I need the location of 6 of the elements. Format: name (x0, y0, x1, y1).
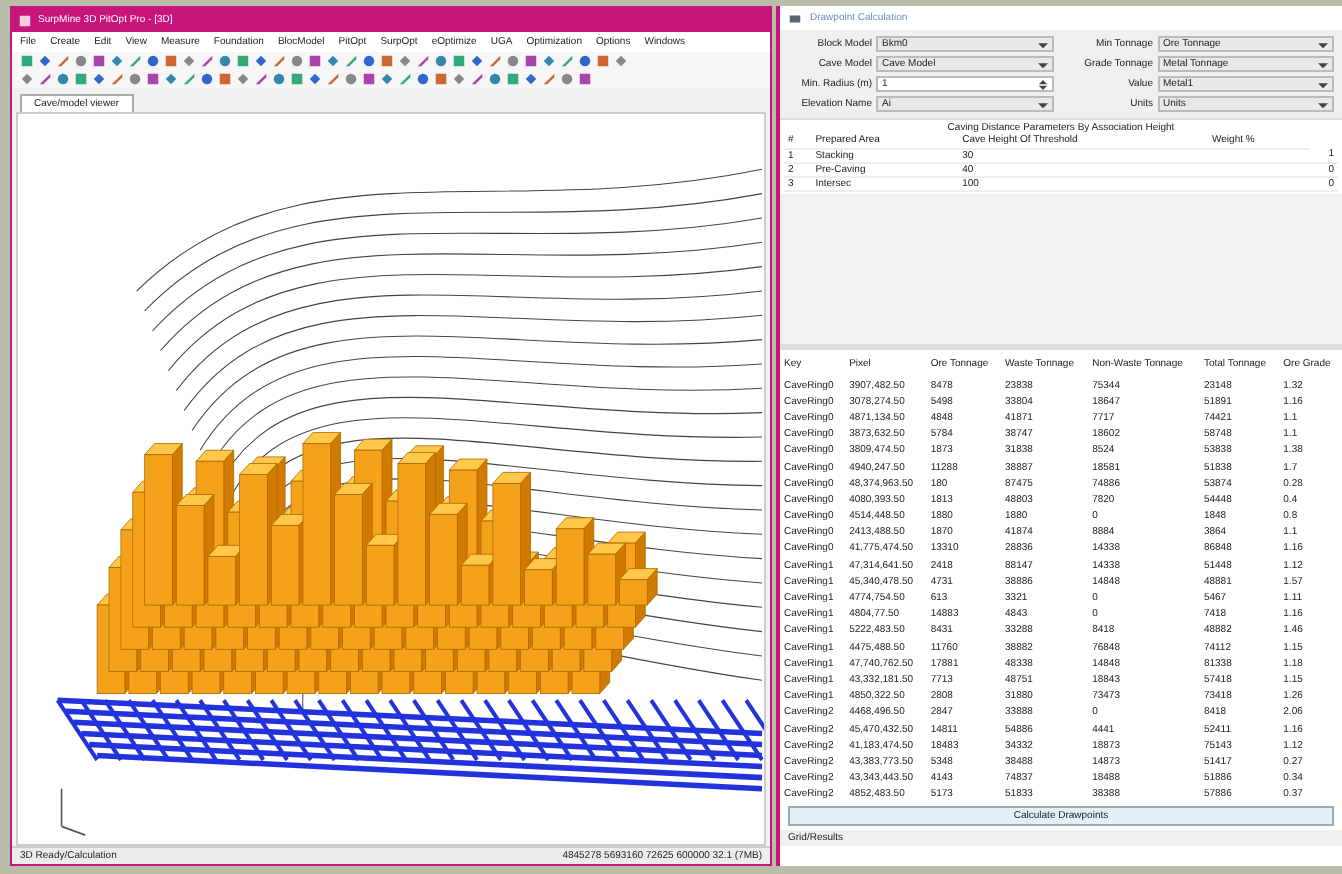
viewport[interactable] (16, 112, 766, 846)
app-icon (18, 13, 32, 27)
caret-icon (1037, 99, 1047, 109)
app-icon (788, 11, 802, 25)
spinner-icon (1037, 79, 1047, 89)
axis-indicator-icon (60, 787, 87, 836)
